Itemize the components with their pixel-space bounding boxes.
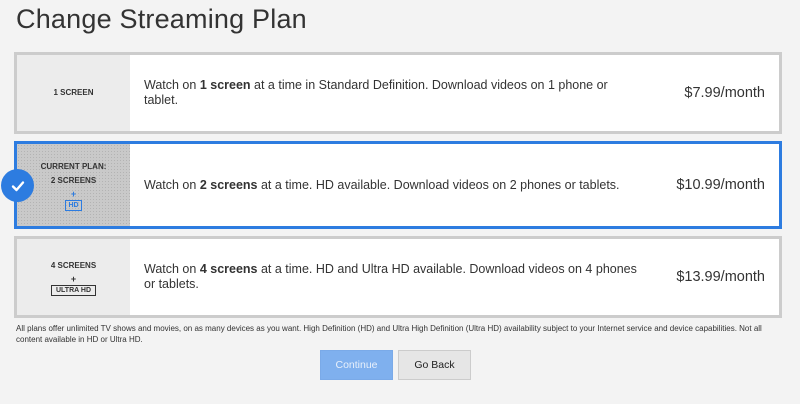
plan-description-rest: at a time. HD available. Download videos… <box>257 177 620 192</box>
continue-button[interactable]: Continue <box>320 350 393 380</box>
plan-price: $13.99/month <box>676 269 765 285</box>
plan-option-2-screens[interactable]: CURRENT PLAN: 2 SCREENS + HD Watch on 2 … <box>14 141 782 229</box>
current-plan-label: CURRENT PLAN: <box>40 161 107 171</box>
plan-screens-label: 4 SCREENS <box>50 260 97 270</box>
plan-description-screens: 1 screen <box>199 78 251 92</box>
plan-description: Watch on 1 screen at a time in Standard … <box>130 55 655 131</box>
plan-description: Watch on 2 screens at a time. HD availab… <box>130 144 655 226</box>
plans-footnote: All plans offer unlimited TV shows and m… <box>16 324 762 344</box>
go-back-button[interactable]: Go Back <box>398 350 471 380</box>
plan-description: Watch on 4 screens at a time. HD and Ult… <box>130 239 655 315</box>
plus-sign: + <box>70 188 77 199</box>
plus-sign: + <box>70 273 77 284</box>
plan-description-text: Watch on <box>144 177 200 192</box>
check-icon <box>1 169 34 202</box>
plan-option-4-screens[interactable]: 4 SCREENS + ULTRA HD Watch on 4 screens … <box>14 236 782 318</box>
plan-screens-label: 1 SCREEN <box>53 88 94 97</box>
plan-screens-label: 2 SCREENS <box>50 175 97 185</box>
hd-badge: HD <box>65 199 82 211</box>
plan-screens-panel: 4 SCREENS + ULTRA HD <box>17 239 130 315</box>
plan-screens-panel: 1 SCREEN <box>17 55 130 131</box>
ultra-hd-badge: ULTRA HD <box>51 284 96 296</box>
plan-description-text: Watch on <box>144 78 200 92</box>
plan-description-screens: 4 screens <box>199 262 258 276</box>
plan-option-1-screen[interactable]: 1 SCREEN Watch on 1 screen at a time in … <box>14 52 782 134</box>
plan-description-text: Watch on <box>144 262 200 276</box>
page-title: Change Streaming Plan <box>16 4 307 34</box>
plan-description-screens: 2 screens <box>199 177 258 192</box>
plan-price: $7.99/month <box>684 85 765 101</box>
plan-price: $10.99/month <box>676 177 765 193</box>
